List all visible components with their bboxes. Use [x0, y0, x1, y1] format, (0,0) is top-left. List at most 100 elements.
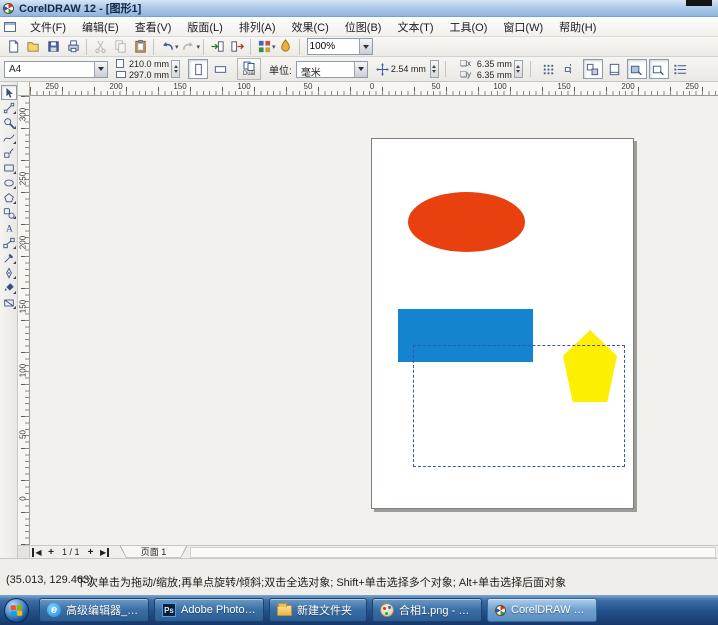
freehand-tool[interactable]: [1, 130, 17, 145]
taskbar-button-coreldraw[interactable]: CorelDRAW 12 -...: [487, 598, 597, 622]
hruler-label: 0: [370, 82, 374, 91]
pick-tool[interactable]: [1, 85, 17, 100]
page-tab[interactable]: 页面 1: [120, 546, 188, 559]
smart-drawing-tool[interactable]: [1, 145, 17, 160]
nudge-spinner[interactable]: [430, 60, 439, 78]
units-value: 毫米: [301, 64, 321, 79]
interactive-blend-tool[interactable]: [1, 235, 17, 250]
menu-arrange[interactable]: 排列(A): [231, 17, 284, 37]
application-launcher-icon[interactable]: [254, 38, 274, 56]
basic-shapes-tool[interactable]: [1, 205, 17, 220]
export-icon[interactable]: [227, 38, 247, 56]
duplicate-y-value[interactable]: 6.35 mm: [477, 70, 512, 80]
nudge-offset-value[interactable]: 2.54 mm: [391, 64, 426, 74]
menu-file[interactable]: 文件(F): [22, 17, 74, 37]
undo-icon[interactable]: [157, 38, 177, 56]
menu-bitmaps[interactable]: 位图(B): [337, 17, 390, 37]
landscape-button[interactable]: [210, 59, 230, 79]
paper-width-icon: [116, 59, 124, 68]
last-page-button[interactable]: ▶: [98, 546, 112, 558]
units-combo[interactable]: 毫米: [296, 61, 368, 78]
paste-icon[interactable]: [130, 38, 150, 56]
portrait-button[interactable]: [188, 59, 208, 79]
copy-icon[interactable]: [110, 38, 130, 56]
zoom-level-input[interactable]: [310, 39, 356, 54]
add-page-before-button[interactable]: +: [44, 546, 58, 558]
treat-as-outlined-button[interactable]: [649, 59, 669, 79]
menu-effects[interactable]: 效果(C): [284, 17, 337, 37]
duplicate-distance-spinner[interactable]: [514, 60, 523, 78]
rectangle-tool[interactable]: [1, 160, 17, 175]
zoom-tool[interactable]: [1, 115, 17, 130]
drawing-area[interactable]: [30, 96, 718, 545]
hruler-label: 200: [621, 82, 634, 91]
save-icon[interactable]: [43, 38, 63, 56]
open-icon[interactable]: [23, 38, 43, 56]
ellipse-shape[interactable]: [408, 192, 525, 252]
object-properties-button[interactable]: [671, 59, 691, 79]
menu-tools[interactable]: 工具(O): [442, 17, 496, 37]
zoom-dropdown-button[interactable]: [359, 39, 372, 54]
taskbar-button-ie[interactable]: e 高级编辑器_百度...: [39, 598, 149, 622]
taskbar-button-folder[interactable]: 新建文件夹: [269, 598, 367, 622]
horizontal-scrollbar-track[interactable]: [190, 547, 716, 558]
add-page-after-button[interactable]: +: [84, 546, 98, 558]
paper-width-value[interactable]: 210.0 mm: [129, 59, 169, 69]
ellipse-tool[interactable]: [1, 175, 17, 190]
paper-type-dropdown-button[interactable]: [94, 62, 107, 77]
menu-layout[interactable]: 版面(L): [179, 17, 230, 37]
duplicate-x-icon: ❏x: [460, 59, 474, 68]
eyedropper-tool[interactable]: [1, 250, 17, 265]
duplicate-x-value[interactable]: 6.35 mm: [477, 59, 512, 69]
zoom-level-combo[interactable]: [307, 38, 373, 55]
shape-tool[interactable]: [1, 100, 17, 115]
vertical-ruler[interactable]: 300 250 200 150 100 50 0: [18, 96, 30, 545]
redo-icon[interactable]: [179, 38, 199, 56]
nudge-icon: [376, 63, 389, 76]
taskbar-button-photoshop[interactable]: Ps Adobe Photosh...: [154, 598, 264, 622]
menu-text[interactable]: 文本(T): [389, 17, 441, 37]
treat-as-filled-button[interactable]: [627, 59, 647, 79]
text-tool[interactable]: A: [1, 220, 17, 235]
menu-window[interactable]: 窗口(W): [495, 17, 551, 37]
polygon-tool[interactable]: [1, 190, 17, 205]
paper-type-combo[interactable]: A4: [4, 61, 108, 78]
snap-to-guidelines-button[interactable]: [561, 59, 581, 79]
status-hint-text: 下次单击为拖动/缩放;再单点旋转/倾斜;双击全选对象; Shift+单击选择多个…: [76, 574, 566, 590]
print-icon[interactable]: [63, 38, 83, 56]
hruler-label: 100: [237, 82, 250, 91]
vruler-label: 150: [19, 299, 28, 315]
new-icon[interactable]: [3, 38, 23, 56]
taskbar-button-label: 新建文件夹: [297, 602, 352, 618]
scroll-corner[interactable]: [18, 546, 30, 558]
paper-height-value[interactable]: 297.0 mm: [129, 70, 169, 80]
start-button[interactable]: [4, 598, 29, 623]
toolbar-separator: [153, 39, 154, 55]
snap-to-objects-button[interactable]: [583, 59, 603, 79]
corel-online-icon[interactable]: [276, 38, 296, 56]
horizontal-ruler[interactable]: 250 200 150 100 50 0 50 100 150 200 250: [30, 82, 718, 96]
propbar-separator: [530, 61, 531, 77]
units-dropdown-button[interactable]: [354, 62, 367, 77]
paper-size-spinner[interactable]: [171, 60, 180, 78]
first-page-button[interactable]: ◀: [30, 546, 44, 558]
menu-edit[interactable]: 编辑(E): [74, 17, 127, 37]
menu-view[interactable]: 查看(V): [127, 17, 180, 37]
outline-pen-tool[interactable]: [1, 265, 17, 280]
snap-to-page-button[interactable]: [605, 59, 625, 79]
ruler-origin-corner[interactable]: [18, 82, 30, 96]
fill-tool[interactable]: [1, 280, 17, 295]
interactive-fill-tool[interactable]: [1, 295, 17, 310]
taskbar-button-paint[interactable]: 合相1.png - 画图: [372, 598, 482, 622]
cut-icon[interactable]: [90, 38, 110, 56]
window-controls-cutoff: [686, 0, 712, 6]
menu-help[interactable]: 帮助(H): [551, 17, 604, 37]
coreldraw-window: CorelDRAW 12 - [图形1] 文件(F) 编辑(E) 查看(V) 版…: [0, 0, 718, 625]
coreldraw-app-icon: [3, 3, 14, 14]
child-window-icon[interactable]: [4, 22, 16, 32]
import-icon[interactable]: [207, 38, 227, 56]
set-default-all-pages-button[interactable]: Dual: [237, 58, 261, 80]
snap-to-grid-button[interactable]: [539, 59, 559, 79]
taskbar-button-label: 高级编辑器_百度...: [66, 602, 141, 618]
vruler-label: 0: [19, 491, 28, 507]
